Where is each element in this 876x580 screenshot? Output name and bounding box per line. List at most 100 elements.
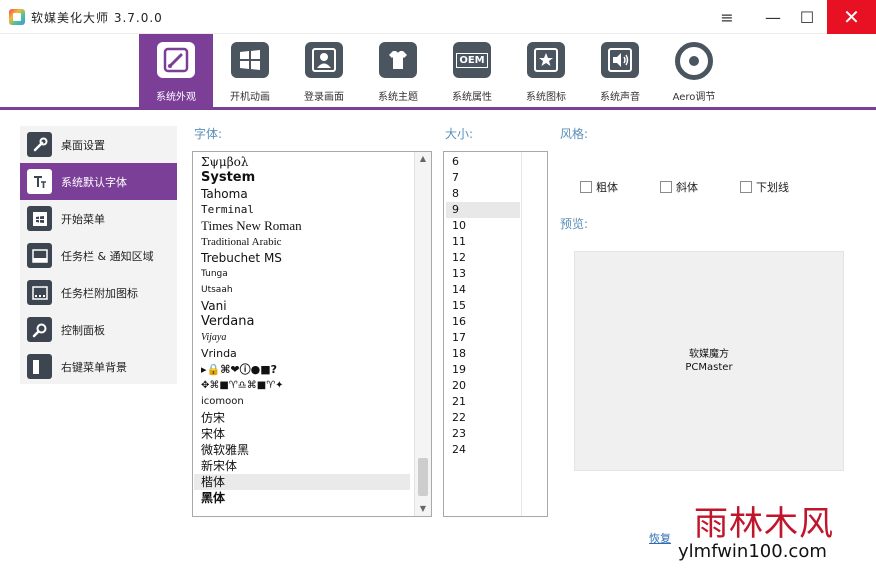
tab-boot-animation[interactable]: 开机动画: [213, 34, 287, 107]
size-list-item[interactable]: 8: [446, 186, 520, 202]
app-logo-icon: [9, 9, 25, 25]
font-list-item[interactable]: Tunga: [194, 266, 410, 282]
font-list-item[interactable]: ✥⌘■♈♎⌘■♈✦: [194, 378, 410, 394]
tab-system-sound[interactable]: 系统声音: [583, 34, 657, 107]
size-list-item[interactable]: 17: [446, 330, 520, 346]
sidebar-item-label: 开始菜单: [61, 212, 105, 226]
font-list-item[interactable]: icomoon: [194, 394, 410, 410]
size-list[interactable]: 6 7 8 9 10 11 12 13 14 15 16 17 18 19 20…: [443, 151, 548, 517]
tab-system-properties[interactable]: OEM 系统属性: [435, 34, 509, 107]
maximize-button[interactable]: ☐: [784, 0, 830, 34]
scroll-up-icon[interactable]: ▲: [415, 152, 431, 166]
font-list-item[interactable]: Utsaah: [194, 282, 410, 298]
size-list-item[interactable]: 24: [446, 442, 520, 458]
preview-text-en: PCMaster: [685, 362, 733, 373]
watermark-brand: 雨林木风: [694, 504, 834, 544]
preview-section-label: 预览:: [560, 217, 589, 231]
font-list-item[interactable]: 宋体: [194, 426, 410, 442]
font-preview-panel: 软媒魔方 PCMaster: [574, 251, 844, 471]
scroll-thumb[interactable]: [418, 458, 428, 496]
taskbar-icon: [27, 243, 52, 268]
font-list-item[interactable]: 黑体: [194, 490, 410, 506]
size-list-item[interactable]: 18: [446, 346, 520, 362]
sidebar-item-desktop-settings[interactable]: 桌面设置: [20, 126, 177, 163]
sidebar-item-control-panel[interactable]: 控制面板: [20, 311, 177, 348]
main-toolbar: 系统外观 开机动画 登录画面 系统主题 OEM 系统属性 系统图标 系统声音 A…: [0, 34, 876, 110]
tab-system-icons[interactable]: 系统图标: [509, 34, 583, 107]
size-list-item[interactable]: 16: [446, 314, 520, 330]
tab-login-screen[interactable]: 登录画面: [287, 34, 361, 107]
font-list-item-selected[interactable]: 楷体: [194, 474, 410, 490]
font-list-item[interactable]: Vrinda: [194, 346, 410, 362]
sidebar-item-context-menu-background[interactable]: 右键菜单背景: [20, 348, 177, 385]
close-button[interactable]: ✕: [827, 0, 876, 34]
font-list-item[interactable]: Terminal: [194, 202, 410, 218]
size-section-label: 大小:: [445, 127, 474, 141]
watermark-url: ylmfwin100.com: [678, 541, 827, 562]
sidebar-item-start-menu[interactable]: 开始菜单: [20, 200, 177, 237]
tshirt-icon: [379, 42, 417, 78]
size-list-item[interactable]: 15: [446, 298, 520, 314]
menu-button[interactable]: ≡: [704, 0, 750, 34]
font-list-item[interactable]: Tahoma: [194, 186, 410, 202]
size-list-item[interactable]: 21: [446, 394, 520, 410]
checkbox-box[interactable]: [580, 181, 592, 193]
scroll-down-icon[interactable]: ▼: [415, 502, 431, 516]
tab-label: 系统声音: [600, 92, 640, 103]
font-list-item[interactable]: ▸🔒⌘❤ⓘ●■?: [194, 362, 410, 378]
font-list-scrollbar[interactable]: ▲ ▼: [414, 152, 431, 516]
size-list-item[interactable]: 14: [446, 282, 520, 298]
window-title: 软媒美化大师 3.7.0.0: [31, 11, 163, 25]
tab-label: 系统属性: [452, 92, 492, 103]
start-menu-icon: [27, 206, 52, 231]
checkbox-box[interactable]: [740, 181, 752, 193]
bold-checkbox[interactable]: 粗体: [580, 179, 618, 195]
title-bar: 软媒美化大师 3.7.0.0 ≡ — ☐ ✕: [0, 0, 876, 34]
size-list-item[interactable]: 19: [446, 362, 520, 378]
size-list-item[interactable]: 23: [446, 426, 520, 442]
size-list-item[interactable]: 11: [446, 234, 520, 250]
context-menu-icon: [27, 354, 52, 379]
size-list-item-selected[interactable]: 9: [446, 202, 520, 218]
tab-label: 系统外观: [156, 92, 196, 103]
font-list-item[interactable]: System: [194, 170, 410, 186]
sidebar-item-taskbar[interactable]: 任务栏 & 通知区域: [20, 237, 177, 274]
font-list-item[interactable]: Σψμβολ: [194, 154, 410, 170]
font-list-item[interactable]: Vani: [194, 298, 410, 314]
tab-system-appearance[interactable]: 系统外观: [139, 34, 213, 107]
size-list-item[interactable]: 22: [446, 410, 520, 426]
font-list-item[interactable]: 仿宋: [194, 410, 410, 426]
font-list[interactable]: Σψμβολ System Tahoma Terminal Times New …: [192, 151, 432, 517]
font-list-item[interactable]: 新宋体: [194, 458, 410, 474]
size-list-item[interactable]: 13: [446, 266, 520, 282]
italic-checkbox[interactable]: 斜体: [660, 179, 698, 195]
tab-label: 开机动画: [230, 92, 270, 103]
font-list-item[interactable]: Verdana: [194, 314, 410, 330]
size-list-item[interactable]: 6: [446, 154, 520, 170]
size-list-item[interactable]: 20: [446, 378, 520, 394]
size-list-item[interactable]: 12: [446, 250, 520, 266]
tab-system-theme[interactable]: 系统主题: [361, 34, 435, 107]
star-icon: [527, 42, 565, 78]
tab-label: 系统主题: [378, 92, 418, 103]
font-list-item[interactable]: Traditional Arabic: [194, 234, 410, 250]
preview-text-cn: 软媒魔方: [689, 349, 729, 360]
sidebar-item-default-font[interactable]: 系统默认字体: [20, 163, 177, 200]
font-section-label: 字体:: [194, 127, 223, 141]
size-list-item[interactable]: 10: [446, 218, 520, 234]
font-list-item[interactable]: 微软雅黑: [194, 442, 410, 458]
tab-aero-adjust[interactable]: Aero调节: [657, 34, 731, 107]
tray-icon: [27, 280, 52, 305]
sidebar: 桌面设置 系统默认字体 开始菜单 任务栏 & 通知区域 任务栏附加图标 控制面板: [20, 126, 177, 384]
sidebar-item-taskbar-extra-icons[interactable]: 任务栏附加图标: [20, 274, 177, 311]
font-list-item[interactable]: Times New Roman: [194, 218, 410, 234]
underline-checkbox[interactable]: 下划线: [740, 179, 789, 195]
size-list-item[interactable]: 7: [446, 170, 520, 186]
font-list-item[interactable]: Vijaya: [194, 330, 410, 346]
restore-default-link[interactable]: 恢复: [649, 530, 671, 546]
magnifier-icon: [27, 317, 52, 342]
font-list-item[interactable]: Trebuchet MS: [194, 250, 410, 266]
windows-icon: [231, 42, 269, 78]
checkbox-box[interactable]: [660, 181, 672, 193]
font-icon: [27, 169, 52, 194]
